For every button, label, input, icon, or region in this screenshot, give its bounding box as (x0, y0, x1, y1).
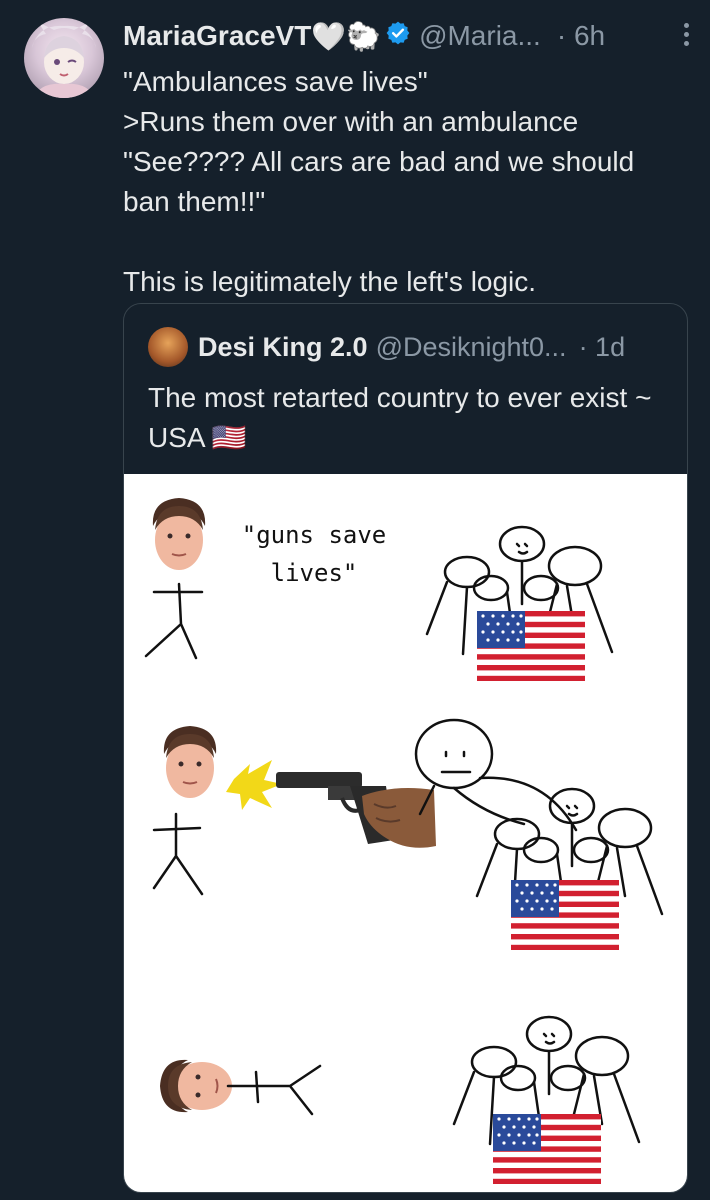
verified-badge-icon (385, 20, 411, 53)
meme-drawing (144, 497, 664, 1184)
author-handle[interactable]: @Maria... (419, 20, 541, 52)
quote-author-avatar[interactable] (148, 327, 188, 367)
avatar-illustration (32, 22, 96, 98)
quote-author-handle[interactable]: @Desiknight0... (376, 332, 567, 363)
meme-image[interactable]: "guns save lives" (124, 474, 687, 1192)
tweet-timestamp[interactable]: · 6h (557, 20, 605, 52)
quote-header: Desi King 2.0 @Desiknight0... · 1d (148, 326, 625, 368)
more-options-icon[interactable] (682, 20, 690, 50)
author-name[interactable]: MariaGraceVT (123, 20, 311, 52)
quoted-tweet[interactable]: Desi King 2.0 @Desiknight0... · 1d The m… (123, 303, 688, 1193)
quote-author-name[interactable]: Desi King 2.0 (198, 332, 368, 363)
tweet-header: MariaGraceVT 🤍🐑 @Maria... · 6h (123, 14, 690, 58)
gun (276, 772, 436, 848)
quote-timestamp[interactable]: · 1d (579, 332, 626, 363)
tweet-text: "Ambulances save lives" >Runs them over … (123, 66, 635, 297)
name-emojis: 🤍🐑 (311, 20, 382, 52)
panel-1 (144, 582, 204, 660)
quote-text: The most retarted country to ever exist … (148, 382, 652, 453)
muzzle-flash (226, 760, 282, 810)
author-avatar[interactable] (24, 18, 104, 98)
